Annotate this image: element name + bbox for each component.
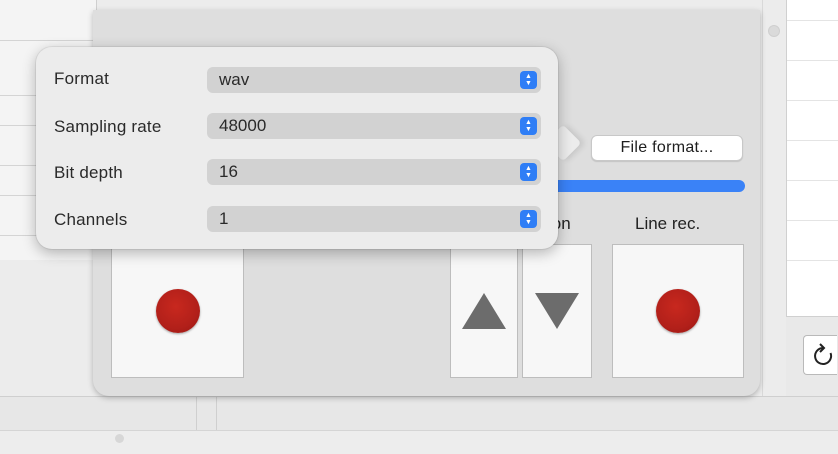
line-rec-label: Line rec. — [635, 214, 701, 233]
triangle-down-icon — [535, 293, 579, 329]
format-label: Format — [54, 69, 110, 88]
scroll-knob[interactable] — [768, 25, 780, 37]
bit-depth-select[interactable]: 16 ▲ ▼ — [207, 159, 541, 185]
bit-depth-value: 16 — [219, 162, 238, 181]
divider — [196, 396, 197, 430]
sampling-rate-label: Sampling rate — [54, 117, 162, 136]
file-format-button[interactable]: File format... — [591, 135, 743, 161]
triangle-up-icon — [462, 293, 506, 329]
format-value: wav — [219, 70, 250, 89]
vertical-scrollbar[interactable] — [762, 0, 787, 400]
updown-chevron-icon: ▲ ▼ — [520, 163, 537, 181]
updown-chevron-icon: ▲ ▼ — [520, 210, 537, 228]
updown-chevron-icon: ▲ ▼ — [520, 117, 537, 135]
bottom-strip — [0, 396, 838, 431]
mic-record-button[interactable] — [111, 244, 244, 378]
level-progress-bar — [540, 180, 745, 192]
line-record-button[interactable] — [612, 244, 744, 378]
format-select[interactable]: wav ▲ ▼ — [207, 67, 541, 93]
scroll-knob[interactable] — [115, 434, 124, 443]
right-white-panel — [786, 0, 838, 316]
record-dot-icon — [656, 289, 700, 333]
sampling-rate-value: 48000 — [219, 116, 267, 135]
refresh-icon — [814, 343, 833, 365]
refresh-button[interactable] — [803, 335, 837, 375]
channels-label: Channels — [54, 210, 128, 229]
bottom-scroll-area — [0, 430, 838, 454]
channels-select[interactable]: 1 ▲ ▼ — [207, 206, 541, 232]
bit-depth-label: Bit depth — [54, 163, 123, 182]
position-up-button[interactable] — [450, 244, 518, 378]
sampling-rate-select[interactable]: 48000 ▲ ▼ — [207, 113, 541, 139]
divider — [216, 396, 217, 430]
position-down-button[interactable] — [522, 244, 592, 378]
record-dot-icon — [155, 289, 200, 333]
updown-chevron-icon: ▲ ▼ — [520, 71, 537, 89]
channels-value: 1 — [219, 209, 229, 228]
